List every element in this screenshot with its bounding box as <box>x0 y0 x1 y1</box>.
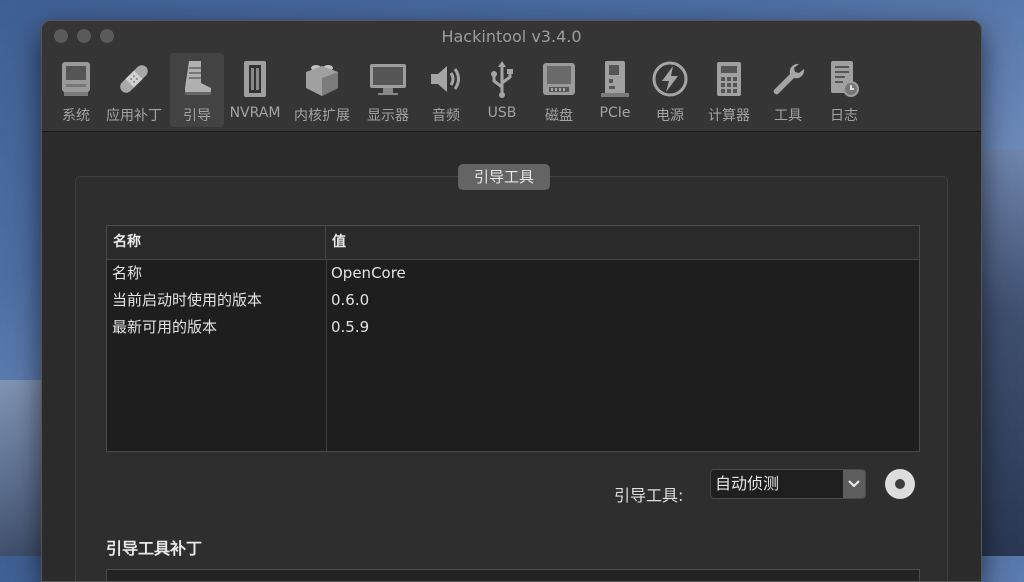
toolbar-label: PCIe <box>599 105 631 121</box>
toolbar-item-kext[interactable]: 内核扩展 <box>286 53 358 127</box>
toolbar-item-audio[interactable]: 音频 <box>418 53 474 127</box>
toolbar-label: 日志 <box>830 108 858 124</box>
cell-value: 0.5.9 <box>331 318 370 336</box>
cell-name: 最新可用的版本 <box>112 318 218 336</box>
toolbar-label: 工具 <box>774 108 802 124</box>
system-icon <box>56 57 96 101</box>
cell-name: 当前启动时使用的版本 <box>112 291 263 309</box>
power-icon <box>650 57 690 101</box>
toolbar-item-system[interactable]: 系统 <box>54 53 98 127</box>
toolbar-label: 应用补丁 <box>106 108 162 124</box>
toolbar-label: 音频 <box>432 108 460 124</box>
speaker-icon <box>426 57 466 101</box>
cell-value: 0.6.0 <box>331 291 370 309</box>
toolbar-label: 磁盘 <box>545 108 573 124</box>
log-icon <box>824 57 864 101</box>
table-row[interactable]: 最新可用的版本 0.5.9 <box>107 314 919 341</box>
column-header-name[interactable]: 名称 <box>107 226 326 259</box>
bootloader-select-label: 引导工具: <box>614 486 684 505</box>
toolbar-label: 系统 <box>62 108 90 124</box>
toolbar-label: USB <box>487 105 517 121</box>
toolbar-item-calculator[interactable]: 计算器 <box>698 53 760 127</box>
refresh-button[interactable] <box>885 469 915 499</box>
toolbar-label: NVRAM <box>229 105 281 121</box>
record-dot-icon <box>895 479 905 489</box>
toolbar-label: 引导 <box>183 108 211 124</box>
toolbar-label: 内核扩展 <box>294 108 350 124</box>
wrench-icon <box>768 57 808 101</box>
boot-panel: 引导工具 名称 值 名称 OpenCore 当前启动时使用的版本 0.6.0 最… <box>42 132 981 581</box>
toolbar-item-tools[interactable]: 工具 <box>760 53 816 127</box>
toolbar-item-patch[interactable]: 应用补丁 <box>98 53 170 127</box>
column-header-value[interactable]: 值 <box>326 226 919 259</box>
toolbar: 系统 应用补丁 引导 NVRAM 内核扩展 显示器 音频 USB 磁盘 PCIe… <box>54 53 872 127</box>
pcie-icon <box>595 57 635 101</box>
toolbar-item-pcie[interactable]: PCIe <box>588 53 642 127</box>
bootloader-select[interactable]: 自动侦测 <box>710 469 866 499</box>
usb-icon <box>482 57 522 101</box>
boot-icon <box>177 57 217 101</box>
app-window: Hackintool v3.4.0 系统 应用补丁 引导 NVRAM 内核扩展 … <box>41 20 982 582</box>
display-icon <box>368 57 408 101</box>
table-body: 名称 OpenCore 当前启动时使用的版本 0.6.0 最新可用的版本 0.5… <box>107 260 919 451</box>
bandage-icon <box>114 57 154 101</box>
cell-value: OpenCore <box>331 264 406 282</box>
toolbar-item-log[interactable]: 日志 <box>816 53 872 127</box>
toolbar-label: 显示器 <box>367 108 409 124</box>
toolbar-label: 电源 <box>656 108 684 124</box>
toolbar-item-disk[interactable]: 磁盘 <box>530 53 588 127</box>
bootloader-info-table: 名称 值 名称 OpenCore 当前启动时使用的版本 0.6.0 最新可用的版… <box>106 225 920 452</box>
nvram-icon <box>235 57 275 101</box>
lego-icon <box>302 57 342 101</box>
calculator-icon <box>709 57 749 101</box>
group-title: 引导工具 <box>458 164 551 190</box>
bootloader-select-value: 自动侦测 <box>715 474 780 493</box>
disk-icon <box>539 57 579 101</box>
table-row[interactable]: 名称 OpenCore <box>107 260 919 287</box>
table-header: 名称 值 <box>107 226 919 260</box>
window-title: Hackintool v3.4.0 <box>441 27 582 46</box>
toolbar-item-power[interactable]: 电源 <box>642 53 698 127</box>
toolbar-item-display[interactable]: 显示器 <box>358 53 418 127</box>
titlebar: Hackintool v3.4.0 系统 应用补丁 引导 NVRAM 内核扩展 … <box>42 21 981 132</box>
table-row[interactable]: 当前启动时使用的版本 0.6.0 <box>107 287 919 314</box>
patches-section-title: 引导工具补丁 <box>106 539 203 558</box>
toolbar-label: 计算器 <box>708 108 750 124</box>
toolbar-item-nvram[interactable]: NVRAM <box>224 53 286 127</box>
toolbar-item-boot[interactable]: 引导 <box>170 53 224 127</box>
cell-name: 名称 <box>112 264 143 282</box>
toolbar-item-usb[interactable]: USB <box>474 53 530 127</box>
patches-table <box>106 569 920 581</box>
chevron-down-icon[interactable] <box>843 470 865 498</box>
